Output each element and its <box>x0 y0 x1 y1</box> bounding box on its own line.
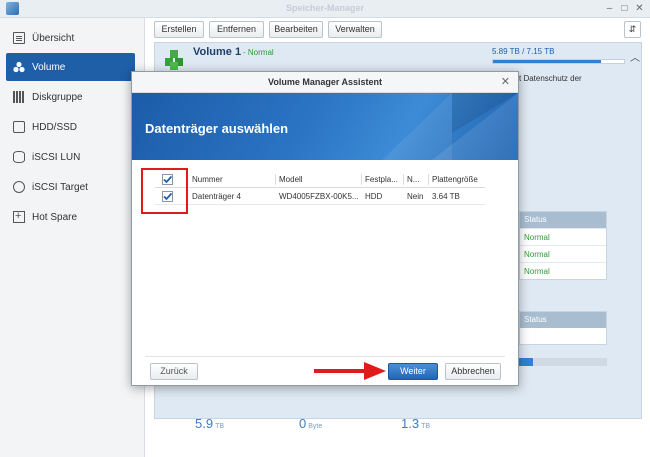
volume-icon <box>13 61 25 73</box>
volume-manager-dialog: Volume Manager Assistent ✕ Datenträger a… <box>131 71 519 386</box>
cell-n: Nein <box>407 192 424 201</box>
column-header-model[interactable]: Modell <box>279 171 359 188</box>
sort-icon[interactable]: ⇵ <box>624 21 641 38</box>
column-header-size[interactable]: Plattengröße <box>432 171 487 188</box>
close-icon[interactable]: ✕ <box>501 75 510 88</box>
sidebar-item-label: Volume <box>32 61 66 73</box>
window-title: Speicher-Manager <box>285 3 365 13</box>
footer-divider <box>145 356 505 357</box>
status-row: Normal <box>520 245 606 262</box>
iscsi-target-icon <box>13 181 25 193</box>
status-row: Normal <box>520 228 606 245</box>
volume-cube-icon <box>165 50 183 70</box>
cell-type: HDD <box>365 192 383 201</box>
sidebar-item-label: iSCSI LUN <box>32 151 81 163</box>
volume-usage-bar <box>492 59 625 64</box>
status-header: Status <box>520 312 606 328</box>
remove-button[interactable]: Entfernen <box>209 21 264 38</box>
dialog-title: Volume Manager Assistent <box>267 77 383 87</box>
table-row[interactable]: Datenträger 4 WD4005FZBX-00K5... HDD Nei… <box>155 188 485 205</box>
sidebar-item-iscsi-target[interactable]: iSCSI Target <box>6 173 135 201</box>
dialog-banner: Datenträger auswählen <box>132 93 518 160</box>
diskgroup-icon <box>13 91 25 103</box>
create-button[interactable]: Erstellen <box>154 21 204 38</box>
chevron-up-icon[interactable]: ︿ <box>630 49 640 64</box>
sidebar: Übersicht Volume Diskgruppe HDD/SSD iSCS… <box>0 18 145 457</box>
dialog-titlebar: Volume Manager Assistent ✕ <box>132 72 518 93</box>
progress-bar <box>519 358 607 366</box>
sidebar-item-diskgroup[interactable]: Diskgruppe <box>6 83 135 111</box>
iscsi-lun-icon <box>13 151 25 163</box>
dialog-heading: Datenträger auswählen <box>145 121 289 136</box>
hot-spare-icon <box>13 210 25 223</box>
status-table-1: Status Normal Normal Normal <box>519 211 607 280</box>
hdd-icon <box>13 121 25 133</box>
annotation-arrow-icon <box>314 362 386 380</box>
stat-zero: 0 Byte <box>299 416 323 431</box>
maximize-icon[interactable]: □ <box>618 2 631 15</box>
status-table-2: Status <box>519 311 607 345</box>
back-button[interactable]: Zurück <box>150 363 198 380</box>
sidebar-item-hdd-ssd[interactable]: HDD/SSD <box>6 113 135 141</box>
sidebar-item-label: Hot Spare <box>32 211 78 223</box>
column-header-n[interactable]: N... <box>407 171 427 188</box>
cancel-button[interactable]: Abbrechen <box>445 363 501 380</box>
sidebar-item-label: Diskgruppe <box>32 91 83 103</box>
overview-icon <box>13 32 25 44</box>
sidebar-item-iscsi-lun[interactable]: iSCSI LUN <box>6 143 135 171</box>
column-header-type[interactable]: Festpla... <box>365 171 401 188</box>
sidebar-item-label: HDD/SSD <box>32 121 78 133</box>
status-header: Status <box>520 212 606 228</box>
sidebar-item-overview[interactable]: Übersicht <box>6 24 135 52</box>
stat-total: 5.9 TB <box>195 416 225 431</box>
volume-title: Volume 1 <box>193 46 242 58</box>
cell-number: Datenträger 4 <box>192 192 241 201</box>
sidebar-item-label: Übersicht <box>32 32 75 44</box>
next-button[interactable]: Weiter <box>388 363 438 380</box>
table-header: Nummer Modell Festpla... N... Plattengrö… <box>155 171 485 188</box>
sidebar-item-label: iSCSI Target <box>32 181 88 193</box>
minimize-icon[interactable]: – <box>603 2 616 15</box>
volume-status: - Normal <box>243 48 274 57</box>
edit-button[interactable]: Bearbeiten <box>269 21 323 38</box>
window-titlebar: Speicher-Manager – □ ✕ <box>0 0 650 18</box>
stat-available: 1.3 TB <box>401 416 431 431</box>
volume-usage: 5.89 TB / 7.15 TB <box>492 47 555 56</box>
sidebar-item-hot-spare[interactable]: Hot Spare <box>6 203 135 231</box>
cell-model: WD4005FZBX-00K5... <box>279 192 359 201</box>
close-icon[interactable]: ✕ <box>633 2 646 15</box>
annotation-highlight-box <box>141 168 188 214</box>
column-header-number[interactable]: Nummer <box>192 171 272 188</box>
manage-button[interactable]: Verwalten <box>328 21 382 38</box>
cell-size: 3.64 TB <box>432 192 460 201</box>
volume-description: t Datenschutz der <box>519 74 582 83</box>
sidebar-item-volume[interactable]: Volume <box>6 53 135 81</box>
status-row: Normal <box>520 262 606 279</box>
